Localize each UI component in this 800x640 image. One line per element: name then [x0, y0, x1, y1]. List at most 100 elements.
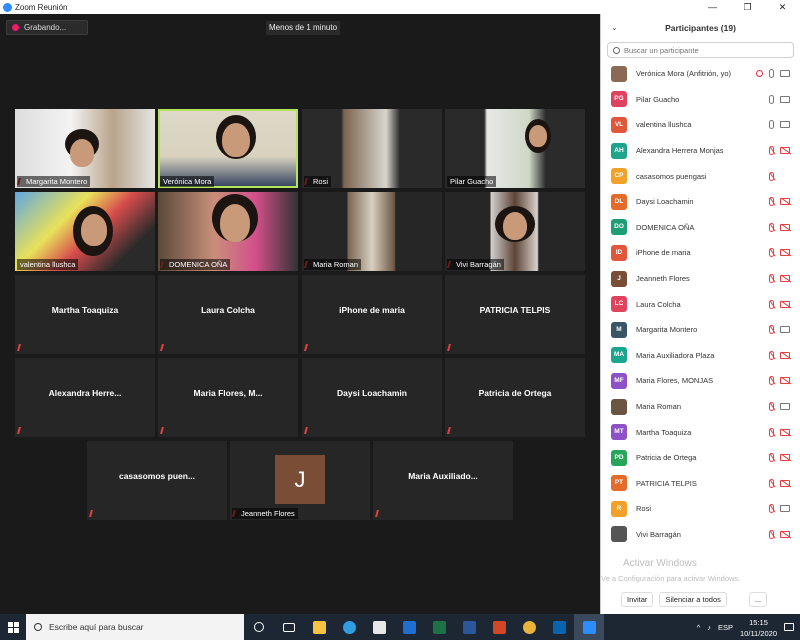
- zoom-taskbar-icon[interactable]: [574, 614, 604, 640]
- name-tile[interactable]: casasomos puen...: [87, 441, 227, 520]
- mic-muted-icon[interactable]: [769, 146, 774, 156]
- participant-row[interactable]: DL Daysi Loachamin: [601, 189, 800, 215]
- search-input[interactable]: [624, 45, 784, 55]
- taskbar-search-box[interactable]: Escribe aquí para buscar: [26, 614, 244, 640]
- name-tile[interactable]: Maria Flores, M...: [158, 358, 298, 437]
- name-tile[interactable]: Laura Colcha: [158, 275, 298, 354]
- participant-row[interactable]: M Margarita Montero: [601, 317, 800, 343]
- participant-avatar: [611, 65, 627, 82]
- chrome-icon[interactable]: [514, 614, 544, 640]
- minimize-button[interactable]: —: [695, 0, 730, 14]
- participant-status-icons: [769, 350, 790, 360]
- participant-row[interactable]: ID iPhone de maria: [601, 240, 800, 266]
- powerpoint-icon[interactable]: [484, 614, 514, 640]
- word-icon[interactable]: [454, 614, 484, 640]
- avatar-tile[interactable]: J Jeanneth Flores: [230, 441, 370, 520]
- mic-muted-icon[interactable]: [769, 478, 774, 488]
- outlook-icon[interactable]: [544, 614, 574, 640]
- cortana-icon[interactable]: [244, 614, 274, 640]
- mic-muted-icon[interactable]: [769, 402, 774, 412]
- language-indicator[interactable]: ESP: [718, 623, 733, 632]
- file-explorer-icon[interactable]: [304, 614, 334, 640]
- maximize-button[interactable]: ❐: [730, 0, 765, 14]
- avatar: J: [275, 455, 325, 504]
- tile-center-name: PATRICIA TELPIS: [479, 305, 551, 315]
- microphone-icon[interactable]: [769, 94, 774, 104]
- microphone-icon[interactable]: [769, 120, 774, 130]
- participant-row[interactable]: PG Pilar Guacho: [601, 87, 800, 113]
- edge-icon[interactable]: [334, 614, 364, 640]
- excel-icon[interactable]: [424, 614, 454, 640]
- participant-row[interactable]: LC Laura Colcha: [601, 291, 800, 317]
- participant-row[interactable]: Verónica Mora (Anfitrión, yo): [601, 61, 800, 87]
- name-tile[interactable]: Martha Toaquiza: [15, 275, 155, 354]
- video-tile-active-speaker[interactable]: Verónica Mora: [158, 109, 298, 188]
- participant-avatar: MT: [611, 424, 627, 441]
- participant-row[interactable]: PT PATRICIA TELPIS: [601, 471, 800, 497]
- mute-all-button[interactable]: Silenciar a todos: [659, 591, 727, 607]
- participant-row[interactable]: VL valentina llushca: [601, 112, 800, 138]
- name-tile[interactable]: iPhone de maria: [302, 275, 442, 354]
- invite-button[interactable]: Invitar: [621, 591, 654, 607]
- participant-row[interactable]: J Jeanneth Flores: [601, 266, 800, 292]
- participant-search[interactable]: [607, 42, 794, 58]
- system-tray: ^ ♪ ESP 15:15 10/11/2020: [697, 614, 800, 640]
- more-options-button[interactable]: ...: [748, 591, 768, 607]
- participant-row[interactable]: Vivi Barragán: [601, 522, 800, 548]
- store-icon[interactable]: [364, 614, 394, 640]
- mail-icon[interactable]: [394, 614, 424, 640]
- video-tile[interactable]: Vivi Barragán: [445, 192, 585, 271]
- participant-row[interactable]: DO DOMENICA OÑA: [601, 215, 800, 241]
- mic-muted-icon[interactable]: [769, 171, 774, 181]
- participant-avatar: [611, 398, 627, 415]
- close-button[interactable]: ✕: [765, 0, 800, 14]
- microphone-icon[interactable]: [769, 69, 774, 79]
- participant-row[interactable]: MF Maria Flores, MONJAS: [601, 368, 800, 394]
- mic-muted-icon[interactable]: [769, 197, 774, 207]
- task-view-icon[interactable]: [274, 614, 304, 640]
- camera-off-icon: [780, 300, 790, 308]
- participant-row[interactable]: MA Maria Auxiliadora Plaza: [601, 343, 800, 369]
- participant-row[interactable]: R Rosi: [601, 496, 800, 522]
- mic-muted-icon[interactable]: [769, 427, 774, 437]
- name-tile[interactable]: Maria Auxiliado...: [373, 441, 513, 520]
- mic-muted-icon[interactable]: [769, 376, 774, 386]
- tile-center-name: Alexandra Herre...: [48, 388, 122, 398]
- name-tile[interactable]: Alexandra Herre...: [15, 358, 155, 437]
- participant-row[interactable]: PD Patricia de Ortega: [601, 445, 800, 471]
- mic-muted-icon[interactable]: [769, 504, 774, 514]
- video-tile[interactable]: DOMENICA OÑA: [158, 192, 298, 271]
- window-controls: — ❐ ✕: [695, 0, 800, 14]
- mic-muted-icon[interactable]: [769, 325, 774, 335]
- video-tile[interactable]: Margarita Montero: [15, 109, 155, 188]
- video-tile[interactable]: valentina llushca: [15, 192, 155, 271]
- mic-muted-icon[interactable]: [769, 222, 774, 232]
- mic-muted-icon[interactable]: [769, 299, 774, 309]
- mic-muted-icon[interactable]: [769, 529, 774, 539]
- clock[interactable]: 15:15 10/11/2020: [740, 616, 777, 638]
- volume-icon[interactable]: ♪: [707, 623, 711, 632]
- chevron-up-icon[interactable]: ^: [697, 623, 701, 632]
- mic-muted-icon[interactable]: [769, 350, 774, 360]
- mic-muted-icon[interactable]: [769, 274, 774, 284]
- chevron-down-icon[interactable]: ⌄: [611, 23, 618, 32]
- video-tile[interactable]: Maria Roman: [302, 192, 442, 271]
- participant-name: PATRICIA TELPIS: [636, 478, 697, 488]
- participant-status-icons: [769, 171, 790, 181]
- video-tile[interactable]: Rosi: [302, 109, 442, 188]
- participant-row[interactable]: CP casasomos puengasi: [601, 163, 800, 189]
- name-tile[interactable]: Daysi Loachamin: [302, 358, 442, 437]
- recording-indicator[interactable]: Grabando...: [6, 20, 88, 35]
- mic-muted-icon[interactable]: [769, 248, 774, 258]
- notification-icon[interactable]: [784, 623, 794, 631]
- start-button[interactable]: [0, 614, 26, 640]
- participant-name: valentina llushca: [636, 120, 692, 130]
- participant-row[interactable]: Maria Roman: [601, 394, 800, 420]
- participant-row[interactable]: AH Alexandra Herrera Monjas: [601, 138, 800, 164]
- name-tile[interactable]: PATRICIA TELPIS: [445, 275, 585, 354]
- participant-row[interactable]: MT Martha Toaquiza: [601, 419, 800, 445]
- name-tile[interactable]: Patricia de Ortega: [445, 358, 585, 437]
- mic-muted-icon[interactable]: [769, 453, 774, 463]
- video-tile[interactable]: Pilar Guacho: [445, 109, 585, 188]
- participant-status-icons: [756, 69, 790, 79]
